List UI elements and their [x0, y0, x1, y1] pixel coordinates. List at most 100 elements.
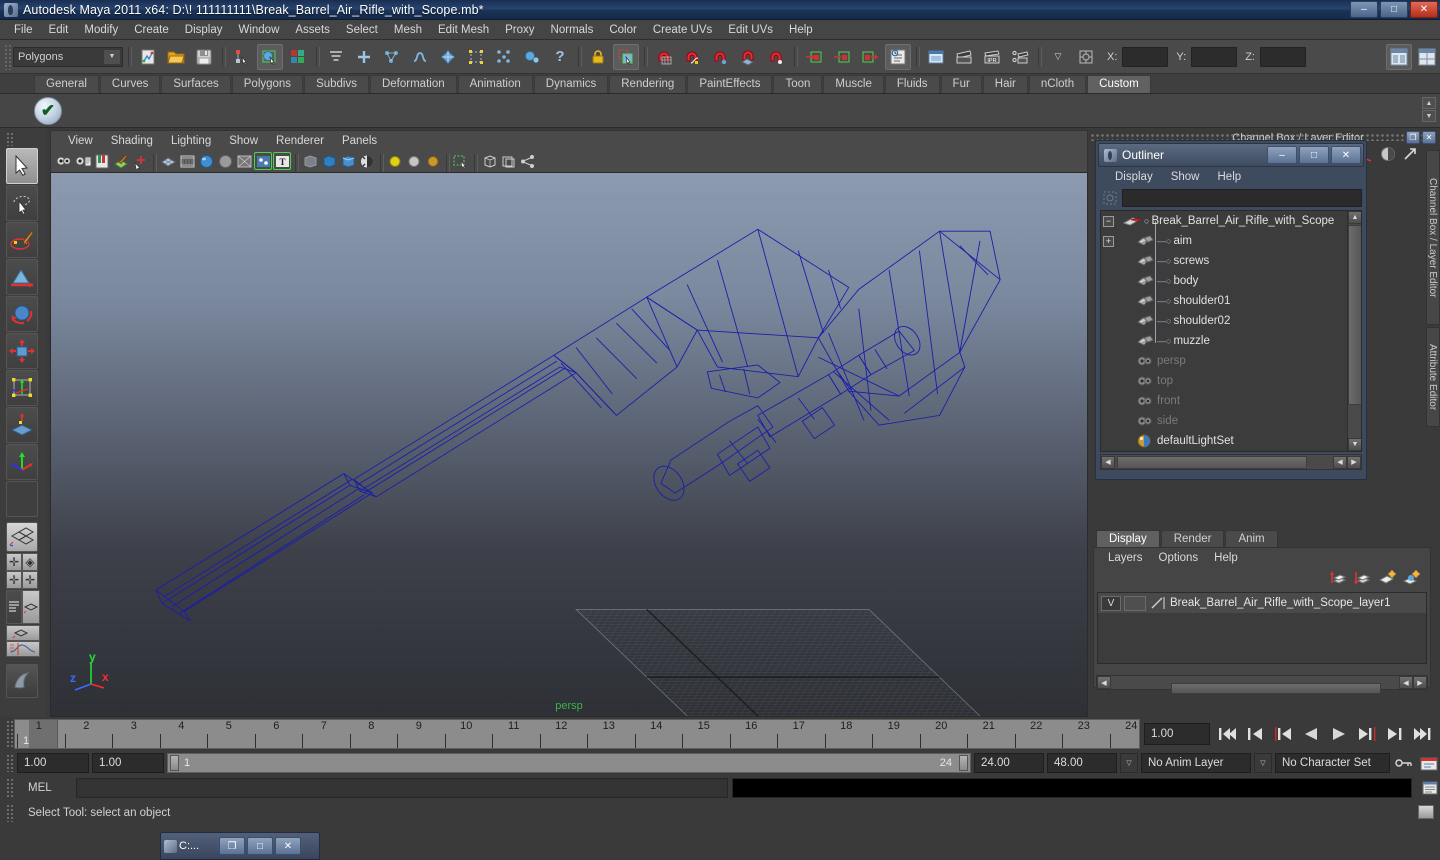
select-points-icon[interactable] — [379, 44, 405, 70]
shelf-tab-deformation[interactable]: Deformation — [369, 75, 457, 93]
go-to-start-icon[interactable] — [1214, 722, 1240, 746]
outliner-item-muzzle[interactable]: —○ muzzle — [1101, 331, 1361, 351]
shaded-cube-icon[interactable] — [339, 152, 357, 170]
toggle-panels-icon[interactable] — [1414, 44, 1440, 70]
persp-outliner-layout[interactable]: ◈ — [22, 553, 38, 571]
layer-name[interactable]: Break_Barrel_Air_Rifle_with_Scope_layer1 — [1170, 597, 1391, 609]
snap-to-view-plane-icon[interactable] — [763, 44, 789, 70]
new-scene-icon[interactable] — [135, 44, 161, 70]
close-button[interactable]: ✕ — [1410, 1, 1438, 18]
perspective-viewport[interactable]: y z x persp — [50, 172, 1088, 717]
layer-row[interactable]: V Break_Barrel_Air_Rifle_with_Scope_laye… — [1098, 593, 1426, 613]
ipr-render-icon[interactable]: IPR — [979, 44, 1005, 70]
expand-icon[interactable]: + — [1103, 235, 1114, 247]
persp-graph-editor-layout[interactable] — [6, 641, 40, 657]
light-amber-icon[interactable] — [424, 152, 442, 170]
select-surfaces-icon[interactable] — [435, 44, 461, 70]
layer-visibility-toggle[interactable]: V — [1101, 595, 1121, 611]
layer-tab-render[interactable]: Render — [1160, 530, 1225, 547]
input-connections-icon[interactable] — [829, 44, 855, 70]
divider[interactable] — [1035, 45, 1043, 69]
scroll-down-icon[interactable]: ▼ — [1348, 438, 1361, 451]
divider[interactable] — [791, 45, 799, 69]
layer-menu-options[interactable]: Options — [1151, 551, 1207, 565]
layer-playback-toggle[interactable] — [1124, 595, 1146, 611]
outliner-persp-layout[interactable] — [6, 590, 22, 624]
shelf-scroll-down-icon[interactable]: ▼ — [1422, 110, 1436, 122]
new-layer-from-selected-icon[interactable] — [1402, 569, 1420, 589]
outliner-title-bar[interactable]: Outliner – □ ✕ — [1098, 143, 1364, 167]
scale-tool[interactable] — [6, 333, 38, 369]
select-by-hierarchy-icon[interactable] — [229, 44, 255, 70]
divider[interactable] — [575, 45, 583, 69]
x-field[interactable] — [1122, 46, 1169, 67]
menu-edit-uvs[interactable]: Edit UVs — [720, 22, 781, 38]
outliner-item-defaultobjectset[interactable]: defaultObjectSet — [1101, 451, 1361, 452]
snap-to-plane-icon[interactable] — [735, 44, 761, 70]
persp-hypergraph-layout[interactable]: ✛ — [22, 571, 38, 589]
xray-joints-icon[interactable] — [320, 152, 338, 170]
scrollbar-thumb[interactable] — [1348, 225, 1361, 405]
select-deformations-icon[interactable] — [463, 44, 489, 70]
new-layer-icon[interactable] — [1378, 569, 1396, 589]
outliner-menu-help[interactable]: Help — [1209, 170, 1251, 184]
outliner-item-shoulder02[interactable]: —○ shoulder02 — [1101, 311, 1361, 331]
select-by-component-icon[interactable] — [285, 44, 311, 70]
command-input[interactable] — [76, 778, 728, 798]
construction-history-icon[interactable] — [885, 43, 911, 70]
anim-end-field[interactable]: 48.00 — [1047, 753, 1117, 773]
command-output[interactable] — [732, 778, 1412, 798]
menu-display[interactable]: Display — [177, 22, 231, 38]
render-current-frame-icon[interactable] — [951, 44, 977, 70]
divider[interactable] — [313, 45, 321, 69]
menuset-selector[interactable]: Polygons ▼ — [13, 46, 123, 67]
menu-window[interactable]: Window — [230, 22, 287, 38]
outliner-horizontal-scrollbar[interactable]: ◀ ◀ ▶ — [1100, 454, 1362, 470]
select-handles-icon[interactable] — [351, 44, 377, 70]
paint-select-tool[interactable] — [6, 222, 38, 258]
select-tool[interactable] — [6, 148, 38, 184]
snap-to-curve-icon[interactable] — [679, 44, 705, 70]
outliner-item-shoulder01[interactable]: —○ shoulder01 — [1101, 291, 1361, 311]
two-d-pan-zoom-icon[interactable] — [131, 152, 149, 170]
character-set-chevron-icon[interactable]: ▽ — [1254, 753, 1272, 773]
last-tool-used[interactable] — [6, 481, 38, 517]
shelf-tab-painteffects[interactable]: PaintEffects — [687, 75, 773, 93]
isolate-select-icon[interactable] — [452, 152, 470, 170]
texture-icon[interactable]: T — [273, 152, 291, 170]
scrollbar-thumb[interactable] — [1117, 456, 1307, 469]
auto-key-icon[interactable] — [1393, 756, 1415, 770]
viewport-menu-renderer[interactable]: Renderer — [267, 134, 333, 148]
layer-color-icon[interactable] — [1149, 596, 1167, 611]
outliner-item-aim[interactable]: + —○ aim — [1101, 231, 1361, 251]
character-set-selector[interactable]: No Character Set — [1275, 753, 1390, 773]
menu-file[interactable]: File — [6, 22, 41, 38]
shelf-tab-general[interactable]: General — [34, 75, 99, 93]
divider[interactable] — [125, 45, 133, 69]
scroll-right-icon[interactable]: ▶ — [1413, 676, 1427, 689]
range-start-handle[interactable] — [170, 755, 179, 771]
snap-to-point-icon[interactable] — [707, 44, 733, 70]
divider[interactable] — [913, 45, 921, 69]
command-language-label[interactable]: MEL — [18, 782, 72, 794]
shelf-tab-dynamics[interactable]: Dynamics — [533, 75, 609, 93]
vtab-channel-box-layer-editor[interactable]: Channel Box / Layer Editor — [1426, 150, 1440, 325]
step-forward-key-icon[interactable] — [1354, 722, 1380, 746]
select-misc-icon[interactable]: ? — [547, 44, 573, 70]
current-frame-field[interactable]: 1.00 — [1144, 723, 1210, 745]
chevron-down-icon[interactable]: ▼ — [103, 48, 121, 65]
film-gate-icon[interactable] — [178, 152, 196, 170]
outliner-item-persp[interactable]: persp — [1101, 351, 1361, 371]
shelf-tab-custom[interactable]: Custom — [1087, 75, 1151, 93]
window-title-bar[interactable]: Autodesk Maya 2011 x64: D:\! 111111111\B… — [0, 0, 1440, 20]
smooth-shade-icon[interactable] — [197, 152, 215, 170]
hypershade-persp-layout[interactable] — [22, 590, 40, 624]
menu-create-uvs[interactable]: Create UVs — [645, 22, 720, 38]
scroll-right-icon[interactable]: ▶ — [1347, 455, 1361, 469]
outliner-item-top[interactable]: top — [1101, 371, 1361, 391]
shelf-tab-muscle[interactable]: Muscle — [823, 75, 884, 93]
rotate-tool[interactable] — [6, 296, 38, 332]
playback-start-field[interactable]: 1.00 — [92, 753, 164, 773]
move-layer-up-icon[interactable] — [1330, 570, 1348, 589]
share-nodes-icon[interactable] — [518, 152, 536, 170]
